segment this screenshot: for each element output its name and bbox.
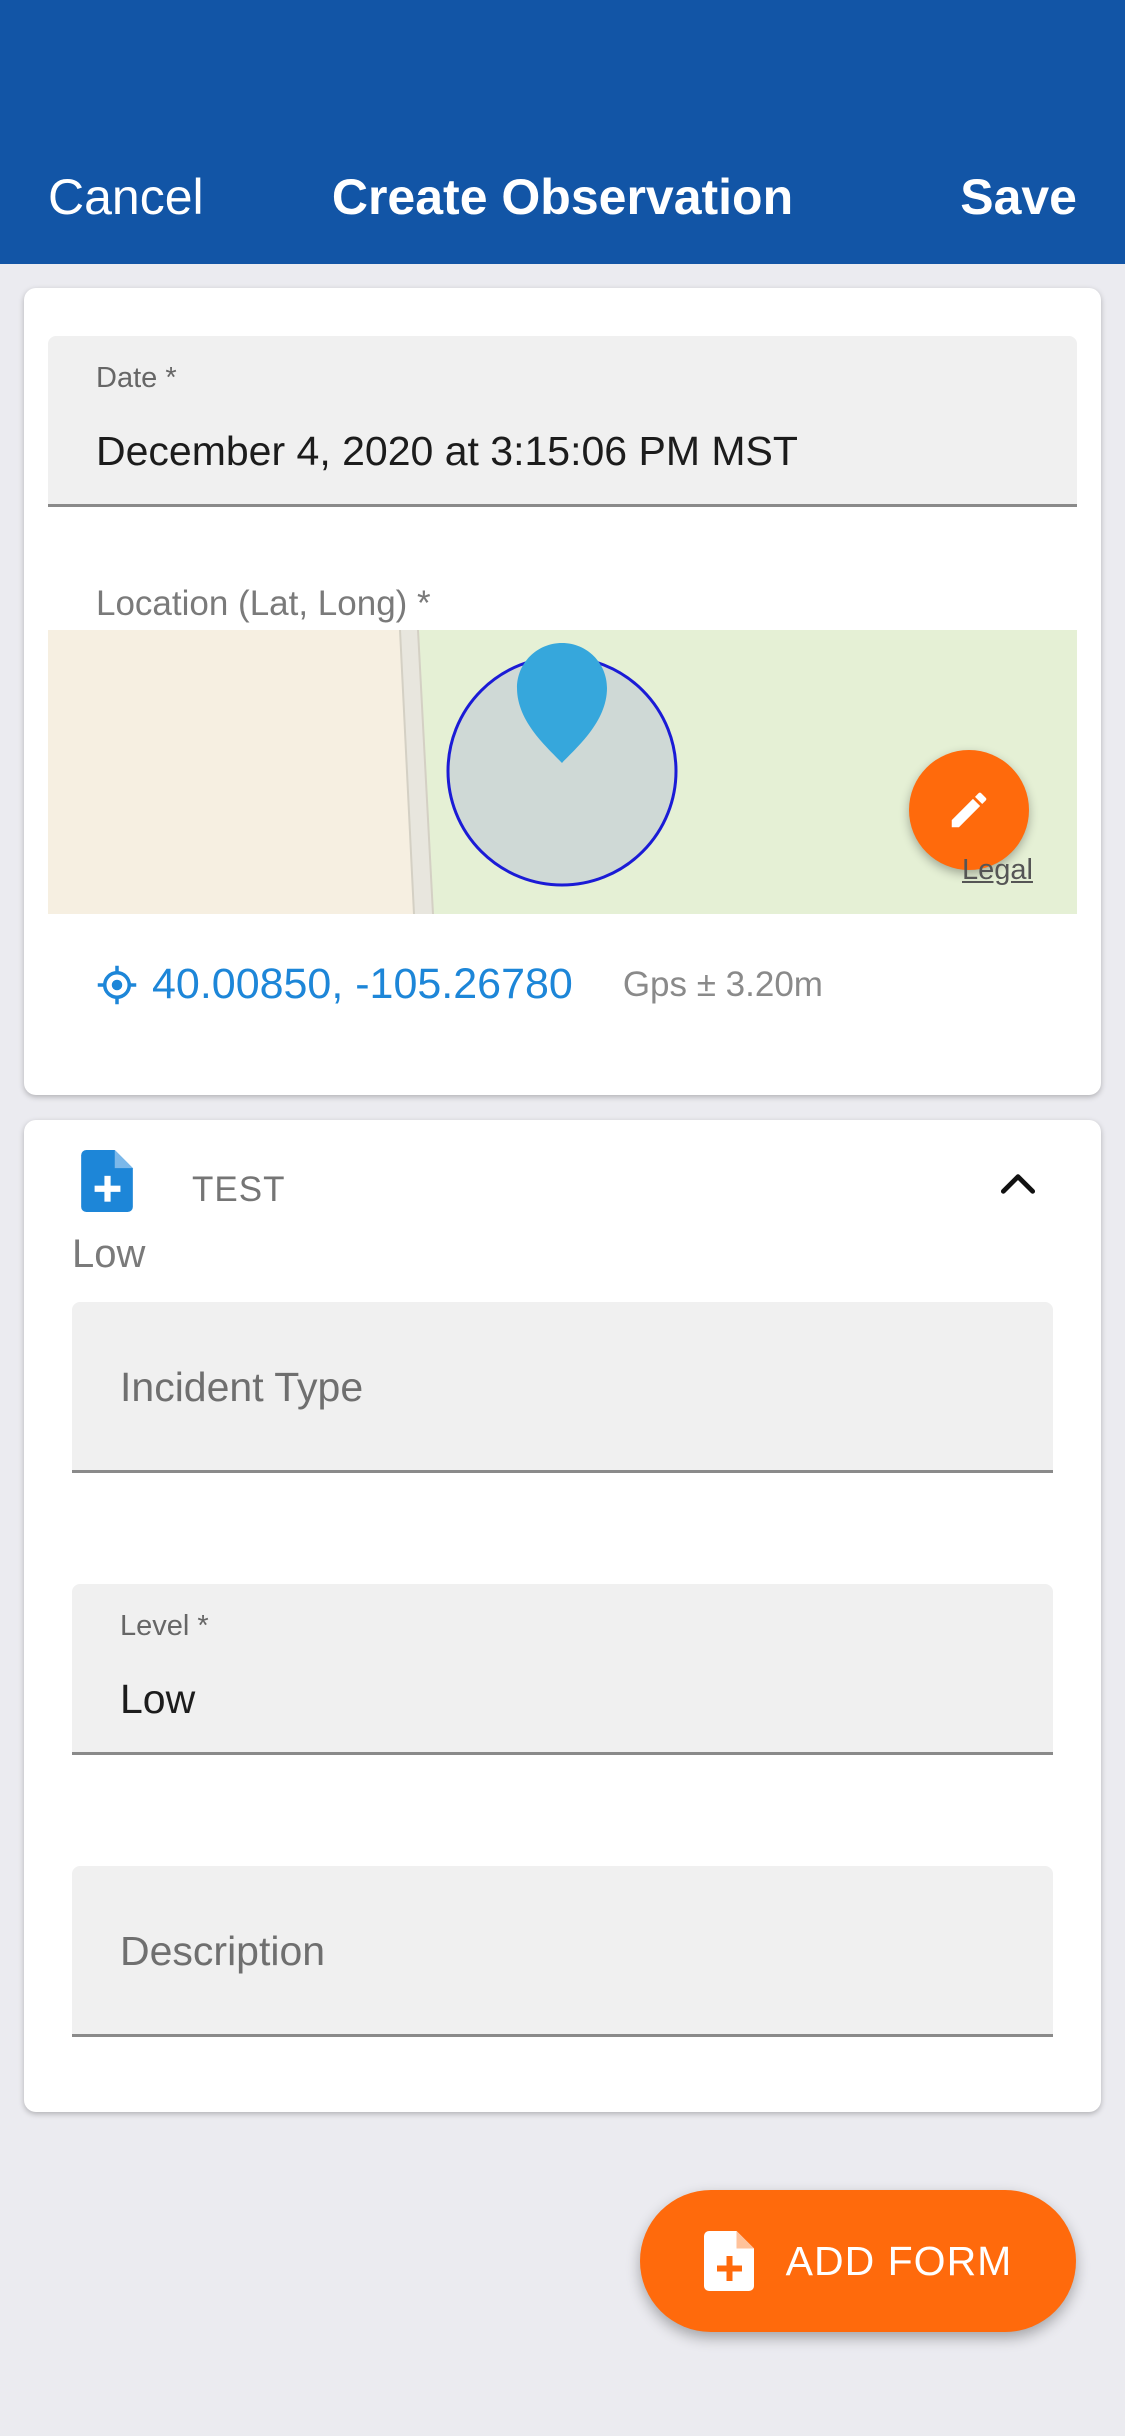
- form-header[interactable]: [80, 1150, 134, 1212]
- gps-accuracy: Gps ± 3.20m: [622, 964, 823, 1004]
- location-label: Location (Lat, Long) *: [96, 584, 431, 623]
- level-field[interactable]: Level * Low: [72, 1584, 1053, 1755]
- chevron-up-icon: [1000, 1174, 1036, 1194]
- edit-location-button[interactable]: [909, 750, 1029, 870]
- form-card: TEST Low Incident Type Level * Low Descr…: [24, 1120, 1101, 2112]
- form-subtitle: Low: [72, 1232, 146, 1276]
- navigation-bar: Cancel Create Observation Save: [0, 0, 1125, 264]
- pencil-icon: [951, 792, 987, 828]
- file-plus-icon: [81, 1150, 133, 1212]
- description-field[interactable]: Description: [72, 1866, 1053, 2037]
- save-button[interactable]: Save: [960, 168, 1077, 226]
- map-legal-link[interactable]: Legal: [962, 854, 1033, 887]
- date-field-label: Date *: [96, 362, 177, 394]
- collapse-form-button[interactable]: [996, 1162, 1040, 1211]
- observation-details-card: Date * December 4, 2020 at 3:15:06 PM MS…: [24, 288, 1101, 1095]
- crosshair-icon: [97, 965, 137, 1004]
- file-plus-icon: [703, 2231, 754, 2291]
- location-coordinates-row[interactable]: 40.00850, -105.26780 Gps ± 3.20m: [96, 960, 823, 1009]
- form-name: TEST: [192, 1170, 286, 1209]
- level-field-value: Low: [120, 1676, 196, 1722]
- level-field-label: Level *: [120, 1610, 209, 1642]
- incident-type-field[interactable]: Incident Type: [72, 1302, 1053, 1473]
- add-form-button[interactable]: ADD FORM: [640, 2190, 1076, 2332]
- description-placeholder: Description: [120, 1928, 326, 1974]
- date-field[interactable]: Date * December 4, 2020 at 3:15:06 PM MS…: [48, 336, 1077, 507]
- page-title: Create Observation: [331, 169, 794, 225]
- add-form-label: ADD FORM: [785, 2237, 1013, 2284]
- location-coordinates: 40.00850, -105.26780: [152, 960, 573, 1008]
- incident-type-placeholder: Incident Type: [120, 1364, 364, 1410]
- date-field-value: December 4, 2020 at 3:15:06 PM MST: [96, 428, 798, 474]
